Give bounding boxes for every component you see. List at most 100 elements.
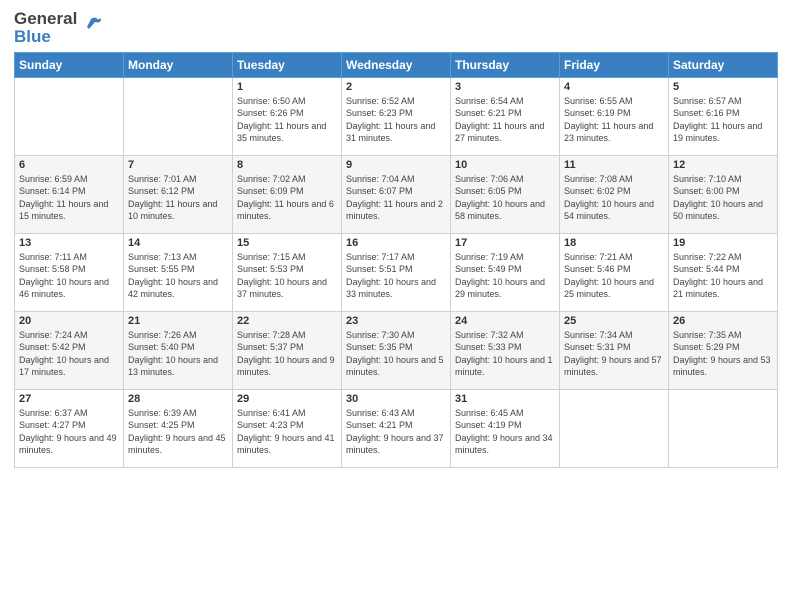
day-info-text: Sunrise: 7:19 AM xyxy=(455,251,555,264)
day-info-text: Daylight: 10 hours and 5 minutes. xyxy=(346,354,446,379)
day-info-text: Sunrise: 7:01 AM xyxy=(128,173,228,186)
week-row-3: 13Sunrise: 7:11 AMSunset: 5:58 PMDayligh… xyxy=(15,233,778,311)
day-info-text: Sunrise: 7:35 AM xyxy=(673,329,773,342)
day-info-text: Sunset: 5:33 PM xyxy=(455,341,555,354)
day-info-text: Daylight: 10 hours and 58 minutes. xyxy=(455,198,555,223)
day-number: 20 xyxy=(19,315,119,327)
day-cell: 21Sunrise: 7:26 AMSunset: 5:40 PMDayligh… xyxy=(124,311,233,389)
day-info-text: Daylight: 9 hours and 53 minutes. xyxy=(673,354,773,379)
day-cell: 12Sunrise: 7:10 AMSunset: 6:00 PMDayligh… xyxy=(669,155,778,233)
day-info-text: Sunset: 4:25 PM xyxy=(128,419,228,432)
day-number: 29 xyxy=(237,393,337,405)
day-cell: 23Sunrise: 7:30 AMSunset: 5:35 PMDayligh… xyxy=(342,311,451,389)
day-info-text: Daylight: 11 hours and 27 minutes. xyxy=(455,120,555,145)
day-info-text: Sunset: 6:23 PM xyxy=(346,107,446,120)
day-info-text: Daylight: 11 hours and 19 minutes. xyxy=(673,120,773,145)
page: General Blue SundayMondayTuesdayWednesda… xyxy=(0,0,792,612)
day-info-text: Daylight: 9 hours and 34 minutes. xyxy=(455,432,555,457)
day-cell: 25Sunrise: 7:34 AMSunset: 5:31 PMDayligh… xyxy=(560,311,669,389)
day-info-text: Daylight: 11 hours and 35 minutes. xyxy=(237,120,337,145)
day-cell: 27Sunrise: 6:37 AMSunset: 4:27 PMDayligh… xyxy=(15,389,124,467)
day-info-text: Daylight: 11 hours and 31 minutes. xyxy=(346,120,446,145)
day-cell: 26Sunrise: 7:35 AMSunset: 5:29 PMDayligh… xyxy=(669,311,778,389)
day-info-text: Daylight: 10 hours and 33 minutes. xyxy=(346,276,446,301)
day-cell: 31Sunrise: 6:45 AMSunset: 4:19 PMDayligh… xyxy=(451,389,560,467)
day-info-text: Sunset: 6:12 PM xyxy=(128,185,228,198)
day-number: 12 xyxy=(673,159,773,171)
day-info-text: Sunset: 5:40 PM xyxy=(128,341,228,354)
day-cell: 11Sunrise: 7:08 AMSunset: 6:02 PMDayligh… xyxy=(560,155,669,233)
day-cell: 28Sunrise: 6:39 AMSunset: 4:25 PMDayligh… xyxy=(124,389,233,467)
day-info-text: Sunset: 5:46 PM xyxy=(564,263,664,276)
day-info-text: Sunset: 5:31 PM xyxy=(564,341,664,354)
day-number: 2 xyxy=(346,81,446,93)
column-header-friday: Friday xyxy=(560,52,669,77)
day-info-text: Sunset: 6:09 PM xyxy=(237,185,337,198)
day-number: 13 xyxy=(19,237,119,249)
day-info-text: Sunrise: 7:21 AM xyxy=(564,251,664,264)
day-info-text: Sunrise: 6:39 AM xyxy=(128,407,228,420)
week-row-2: 6Sunrise: 6:59 AMSunset: 6:14 PMDaylight… xyxy=(15,155,778,233)
day-info-text: Sunrise: 6:59 AM xyxy=(19,173,119,186)
day-info-text: Sunset: 4:27 PM xyxy=(19,419,119,432)
day-info-text: Daylight: 10 hours and 46 minutes. xyxy=(19,276,119,301)
day-number: 24 xyxy=(455,315,555,327)
day-info-text: Sunrise: 7:26 AM xyxy=(128,329,228,342)
day-info-text: Sunrise: 6:45 AM xyxy=(455,407,555,420)
day-info-text: Daylight: 9 hours and 57 minutes. xyxy=(564,354,664,379)
day-info-text: Daylight: 10 hours and 50 minutes. xyxy=(673,198,773,223)
day-number: 8 xyxy=(237,159,337,171)
day-number: 16 xyxy=(346,237,446,249)
day-number: 23 xyxy=(346,315,446,327)
day-cell: 30Sunrise: 6:43 AMSunset: 4:21 PMDayligh… xyxy=(342,389,451,467)
day-cell: 3Sunrise: 6:54 AMSunset: 6:21 PMDaylight… xyxy=(451,77,560,155)
day-info-text: Sunset: 5:53 PM xyxy=(237,263,337,276)
day-info-text: Sunrise: 6:54 AM xyxy=(455,95,555,108)
day-info-text: Daylight: 10 hours and 29 minutes. xyxy=(455,276,555,301)
day-info-text: Daylight: 10 hours and 9 minutes. xyxy=(237,354,337,379)
calendar-table: SundayMondayTuesdayWednesdayThursdayFrid… xyxy=(14,52,778,468)
day-info-text: Sunset: 5:44 PM xyxy=(673,263,773,276)
day-info-text: Daylight: 11 hours and 2 minutes. xyxy=(346,198,446,223)
day-info-text: Daylight: 10 hours and 54 minutes. xyxy=(564,198,664,223)
day-cell: 14Sunrise: 7:13 AMSunset: 5:55 PMDayligh… xyxy=(124,233,233,311)
day-number: 5 xyxy=(673,81,773,93)
day-cell: 7Sunrise: 7:01 AMSunset: 6:12 PMDaylight… xyxy=(124,155,233,233)
day-cell: 2 Sunrise: 6:52 AMSunset: 6:23 PMDaylight… xyxy=(342,77,451,155)
day-cell: 19Sunrise: 7:22 AMSunset: 5:44 PMDayligh… xyxy=(669,233,778,311)
day-info-text: Daylight: 10 hours and 17 minutes. xyxy=(19,354,119,379)
week-row-5: 27Sunrise: 6:37 AMSunset: 4:27 PMDayligh… xyxy=(15,389,778,467)
day-info-text: Daylight: 10 hours and 25 minutes. xyxy=(564,276,664,301)
day-cell: 29Sunrise: 6:41 AMSunset: 4:23 PMDayligh… xyxy=(233,389,342,467)
column-header-sunday: Sunday xyxy=(15,52,124,77)
day-info-text: Sunrise: 6:52 AM xyxy=(346,95,446,108)
day-cell: 17Sunrise: 7:19 AMSunset: 5:49 PMDayligh… xyxy=(451,233,560,311)
week-row-4: 20Sunrise: 7:24 AMSunset: 5:42 PMDayligh… xyxy=(15,311,778,389)
header-row: SundayMondayTuesdayWednesdayThursdayFrid… xyxy=(15,52,778,77)
day-info-text: Sunset: 6:05 PM xyxy=(455,185,555,198)
day-cell: 15Sunrise: 7:15 AMSunset: 5:53 PMDayligh… xyxy=(233,233,342,311)
day-cell xyxy=(669,389,778,467)
day-info-text: Daylight: 10 hours and 37 minutes. xyxy=(237,276,337,301)
day-info-text: Sunset: 5:29 PM xyxy=(673,341,773,354)
day-info-text: Sunrise: 6:43 AM xyxy=(346,407,446,420)
day-info-text: Sunrise: 7:24 AM xyxy=(19,329,119,342)
day-number: 18 xyxy=(564,237,664,249)
day-cell: 22Sunrise: 7:28 AMSunset: 5:37 PMDayligh… xyxy=(233,311,342,389)
day-info-text: Sunset: 5:42 PM xyxy=(19,341,119,354)
day-cell: 10Sunrise: 7:06 AMSunset: 6:05 PMDayligh… xyxy=(451,155,560,233)
day-info-text: Sunrise: 7:15 AM xyxy=(237,251,337,264)
day-info-text: Sunrise: 7:17 AM xyxy=(346,251,446,264)
column-header-wednesday: Wednesday xyxy=(342,52,451,77)
day-info-text: Sunrise: 7:13 AM xyxy=(128,251,228,264)
logo: General Blue xyxy=(14,10,101,46)
day-number: 31 xyxy=(455,393,555,405)
day-number: 14 xyxy=(128,237,228,249)
day-info-text: Daylight: 9 hours and 37 minutes. xyxy=(346,432,446,457)
day-number: 9 xyxy=(346,159,446,171)
day-info-text: Sunset: 6:07 PM xyxy=(346,185,446,198)
day-info-text: Sunset: 6:19 PM xyxy=(564,107,664,120)
logo-bird-icon xyxy=(79,15,101,37)
day-info-text: Sunset: 6:21 PM xyxy=(455,107,555,120)
day-number: 1 xyxy=(237,81,337,93)
